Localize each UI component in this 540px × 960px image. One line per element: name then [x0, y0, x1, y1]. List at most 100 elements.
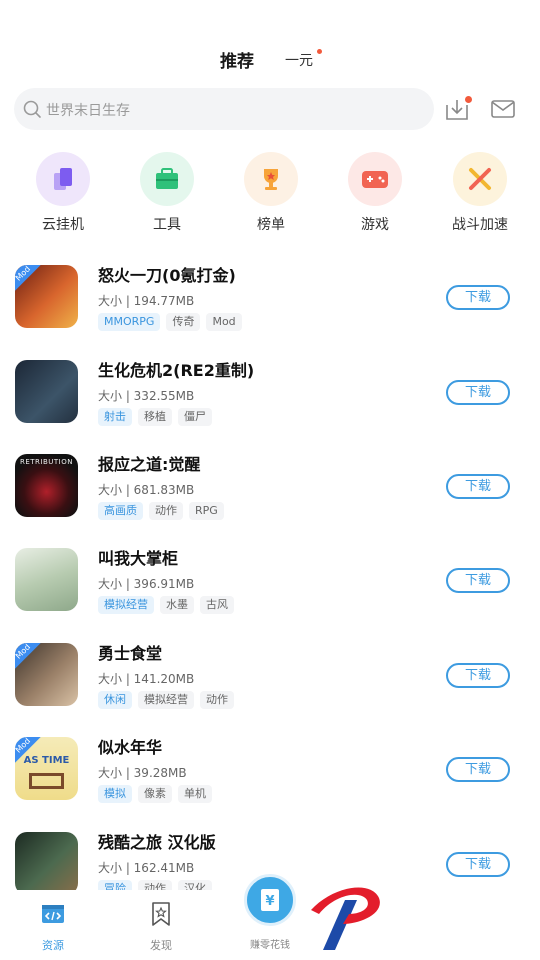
trophy-icon [244, 152, 298, 206]
tag-list: 模拟经营 水墨 古风 [98, 596, 234, 614]
game-tag: RPG [189, 502, 224, 520]
nav-resources[interactable]: 资源 [23, 901, 83, 953]
category-label: 战斗加速 [452, 217, 508, 233]
tag-list: 休闲 模拟经营 动作 [98, 691, 234, 709]
download-badge-dot [465, 96, 472, 103]
game-thumbnail [15, 832, 78, 890]
game-tag: 僵尸 [178, 408, 212, 426]
toolbox-icon [140, 152, 194, 206]
search-row: 世界末日生存 [14, 88, 526, 130]
download-button[interactable]: 下载 [446, 757, 510, 782]
category-bar: 云挂机 工具 榜单 游戏 战斗加速 [0, 152, 540, 242]
earn-money-button[interactable]: ¥ [244, 874, 296, 926]
game-tag: 高画质 [98, 502, 143, 520]
game-size: 大小 | 141.20MB [98, 672, 195, 686]
nav-label: 资源 [42, 939, 64, 952]
download-button[interactable]: 下载 [446, 380, 510, 405]
game-thumbnail [15, 548, 78, 611]
top-header: 推荐 一元 [0, 0, 540, 80]
game-thumbnail: Mod [15, 643, 78, 706]
nav-label: 发现 [150, 939, 172, 952]
mod-badge: Mod [15, 265, 43, 293]
game-tag: 冒险 [98, 880, 132, 890]
download-button[interactable]: 下载 [446, 474, 510, 499]
game-thumbnail: RETRIBUTION [15, 454, 78, 517]
game-title: 勇士食堂 [98, 644, 163, 663]
game-tag: 动作 [200, 691, 234, 709]
game-row[interactable]: Mod 勇士食堂 大小 | 141.20MB 休闲 模拟经营 动作 下载 [0, 628, 540, 722]
svg-text:¥: ¥ [265, 894, 274, 909]
tag-list: 高画质 动作 RPG [98, 502, 224, 520]
category-cloud-phone[interactable]: 云挂机 [23, 152, 103, 234]
gamepad-icon [348, 152, 402, 206]
cloud-phone-icon [36, 152, 90, 206]
tab-recommend[interactable]: 推荐 [220, 47, 254, 72]
game-tag: 单机 [178, 785, 212, 803]
game-tag: 像素 [138, 785, 172, 803]
crossed-swords-icon [453, 152, 507, 206]
thumbnail-caption: AS TIME [23, 755, 70, 766]
bookmark-star-icon [152, 902, 170, 926]
game-title: 似水年华 [98, 738, 163, 757]
download-button[interactable]: 下载 [446, 663, 510, 688]
game-title: 报应之道:觉醒 [98, 455, 201, 474]
game-title: 怒火一刀(0氪打金) [98, 266, 236, 285]
game-tag: 模拟 [98, 785, 132, 803]
coin-envelope-icon: ¥ [261, 889, 279, 911]
game-title: 叫我大掌柜 [98, 549, 179, 568]
game-tag: 休闲 [98, 691, 132, 709]
game-tag: 传奇 [166, 313, 201, 331]
tag-list: 冒险 动作 汉化 [98, 880, 212, 890]
game-row[interactable]: Mod AS TIME 似水年华 大小 | 39.28MB 模拟 像素 单机 下… [0, 722, 540, 816]
game-thumbnail: Mod [15, 265, 78, 328]
nav-label: 赚零花钱 [250, 940, 290, 951]
notification-dot [317, 49, 322, 54]
game-title: 生化危机2(RE2重制) [98, 361, 255, 380]
search-placeholder: 世界末日生存 [46, 103, 130, 119]
category-tools[interactable]: 工具 [127, 152, 207, 234]
mail-icon[interactable] [490, 98, 516, 120]
nav-discover[interactable]: 发现 [131, 901, 191, 953]
game-tag: 移植 [138, 408, 172, 426]
game-size: 大小 | 162.41MB [98, 861, 195, 875]
game-tag: Mod [206, 313, 242, 331]
game-thumbnail: Mod AS TIME [15, 737, 78, 800]
category-label: 云挂机 [42, 217, 84, 233]
tag-list: 射击 移植 僵尸 [98, 408, 212, 426]
category-battle-boost[interactable]: 战斗加速 [440, 152, 520, 234]
game-size: 大小 | 681.83MB [98, 483, 195, 497]
game-row[interactable]: 生化危机2(RE2重制) 大小 | 332.55MB 射击 移植 僵尸 下载 [0, 345, 540, 439]
game-tag: 汉化 [178, 880, 212, 890]
game-thumbnail [15, 360, 78, 423]
thumbnail-caption: RETRIBUTION [19, 458, 73, 466]
download-button[interactable]: 下载 [446, 852, 510, 877]
watermark-logo [311, 887, 380, 950]
game-row[interactable]: RETRIBUTION 报应之道:觉醒 大小 | 681.83MB 高画质 动作… [0, 439, 540, 533]
game-tag: MMORPG [98, 313, 161, 331]
category-label: 榜单 [257, 217, 285, 233]
category-ranking[interactable]: 榜单 [231, 152, 311, 234]
search-icon [23, 100, 41, 118]
game-tag: 射击 [98, 408, 132, 426]
download-button[interactable]: 下载 [446, 285, 510, 310]
game-tag: 古风 [200, 596, 234, 614]
download-button[interactable]: 下载 [446, 568, 510, 593]
game-size: 大小 | 332.55MB [98, 389, 195, 403]
bottom-nav: 资源 发现 ¥ 赚零花钱 [0, 874, 540, 960]
search-input[interactable]: 世界末日生存 [14, 88, 434, 130]
tag-list: 模拟 像素 单机 [98, 785, 212, 803]
tab-one-yuan[interactable]: 一元 [285, 50, 313, 70]
game-tag: 模拟经营 [138, 691, 194, 709]
game-size: 大小 | 39.28MB [98, 766, 187, 780]
category-label: 游戏 [361, 217, 389, 233]
game-tag: 模拟经营 [98, 596, 154, 614]
category-label: 工具 [153, 217, 181, 233]
code-window-icon [42, 905, 64, 923]
game-row[interactable]: Mod 怒火一刀(0氪打金) 大小 | 194.77MB MMORPG 传奇 M… [0, 250, 540, 344]
game-row[interactable]: 叫我大掌柜 大小 | 396.91MB 模拟经营 水墨 古风 下载 [0, 533, 540, 627]
game-tag: 动作 [149, 502, 183, 520]
game-size: 大小 | 194.77MB [98, 294, 195, 308]
game-tag: 水墨 [160, 596, 194, 614]
thumbnail-art [29, 773, 64, 789]
category-games[interactable]: 游戏 [335, 152, 415, 234]
